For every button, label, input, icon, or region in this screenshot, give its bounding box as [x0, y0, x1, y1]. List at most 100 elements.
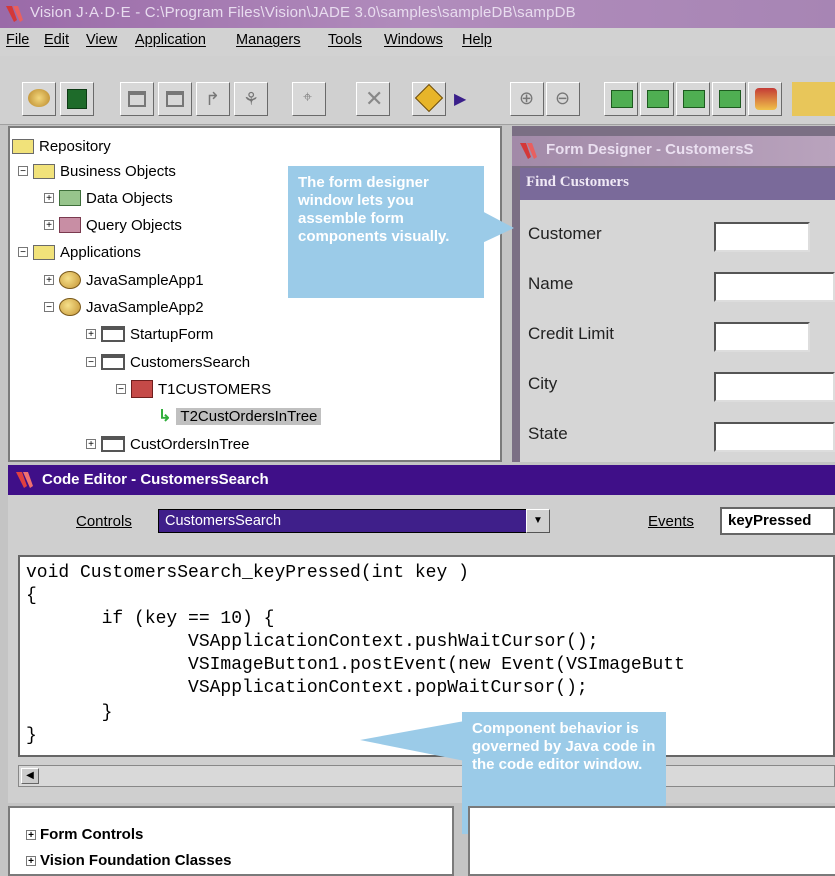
chevron-down-icon: ▼ [533, 515, 543, 526]
tree-node-t1customers[interactable]: − T1CUSTOMERS [116, 377, 271, 401]
expand-icon[interactable]: + [86, 439, 96, 450]
folder-icon [33, 163, 55, 179]
tree-label: Applications [60, 243, 141, 261]
zoom-in-button[interactable]: ⊕ [510, 82, 544, 116]
events-select[interactable]: keyPressed [720, 507, 835, 535]
db-button-3[interactable] [676, 82, 710, 116]
tree-node-form-controls[interactable]: + Form Controls [26, 826, 143, 843]
wizard-button[interactable]: ⚘ [234, 82, 268, 116]
tree-node-applications[interactable]: − Applications [18, 240, 141, 264]
blank-form-button[interactable] [120, 82, 154, 116]
state-label[interactable]: State [528, 424, 568, 444]
save-button[interactable] [60, 82, 94, 116]
expand-icon[interactable]: + [86, 329, 96, 340]
credit-limit-field[interactable] [714, 322, 810, 352]
name-field[interactable] [714, 272, 835, 302]
tree-node-javasampleapp2[interactable]: − JavaSampleApp2 [44, 295, 204, 319]
code-editor-title-bar: Code Editor - CustomersSearch [8, 465, 835, 495]
menu-view[interactable]: View [86, 32, 117, 48]
menu-tools[interactable]: Tools [328, 32, 362, 48]
run-button[interactable] [22, 82, 56, 116]
tree-node-data-objects[interactable]: + Data Objects [44, 186, 173, 210]
menu-application[interactable]: Application [135, 32, 206, 48]
collapse-icon[interactable]: − [86, 357, 96, 368]
app-icon [59, 298, 81, 316]
app-logo-icon [520, 143, 537, 159]
collapse-icon[interactable]: − [116, 384, 126, 395]
tree-label: JavaSampleApp2 [86, 298, 204, 316]
navigate-button[interactable] [412, 82, 446, 116]
controls-select[interactable]: CustomersSearch [158, 509, 528, 533]
form-icon [101, 436, 125, 452]
tree-node-javasampleapp1[interactable]: + JavaSampleApp1 [44, 268, 204, 292]
expand-icon[interactable]: + [44, 220, 54, 231]
play-button[interactable]: ▶ [448, 82, 470, 116]
properties-pane [468, 806, 835, 876]
tree-label: JavaSampleApp1 [86, 271, 204, 289]
form-designer-window: Form Designer - CustomersS Find Customer… [512, 126, 835, 462]
collapse-icon[interactable]: − [18, 166, 28, 177]
window-title: Vision J·A·D·E - C:\Program Files\Vision… [30, 4, 576, 21]
code-line: if (key == 10) { [26, 609, 275, 629]
state-field[interactable] [714, 422, 835, 452]
form-canvas[interactable]: Find Customers Customer Name Credit Limi… [520, 168, 835, 462]
tree-label: Vision Foundation Classes [40, 852, 232, 869]
expand-icon[interactable]: + [26, 829, 36, 840]
tree-node-t2custordersintree[interactable]: ↳ T2CustOrdersInTree [158, 404, 322, 428]
wand-button[interactable]: ⌖ [292, 82, 326, 116]
menu-managers[interactable]: Managers [236, 32, 300, 48]
customer-field[interactable] [714, 222, 810, 252]
zoom-out-button[interactable]: ⊖ [546, 82, 580, 116]
tree-label: Repository [39, 137, 111, 155]
component-palette-tree: + Form Controls + Vision Foundation Clas… [8, 806, 454, 876]
main-title-bar: Vision J·A·D·E - C:\Program Files\Vision… [0, 0, 835, 28]
tree-label: Data Objects [86, 189, 173, 207]
scroll-left-icon[interactable]: ◀ [21, 768, 39, 784]
credit-limit-label[interactable]: Credit Limit [528, 324, 614, 344]
folder-icon [33, 244, 55, 260]
tree-node-business-objects[interactable]: − Business Objects [18, 159, 176, 183]
collapse-icon[interactable]: − [18, 247, 28, 258]
folder-icon [12, 138, 34, 154]
expand-icon[interactable]: + [44, 193, 54, 204]
collapse-icon[interactable]: − [44, 302, 54, 313]
name-label[interactable]: Name [528, 274, 573, 294]
delete-button[interactable]: ✕ [356, 82, 390, 116]
users-button[interactable] [748, 82, 782, 116]
menu-windows[interactable]: Windows [384, 32, 443, 48]
tree-label: Business Objects [60, 162, 176, 180]
form-designer-title: Form Designer - CustomersS [546, 141, 754, 158]
play-icon: ▶ [454, 91, 467, 108]
tree-node-repository[interactable]: Repository [12, 134, 111, 158]
city-field[interactable] [714, 372, 835, 402]
code-line: } [26, 703, 113, 723]
save-icon [67, 89, 87, 109]
tree-node-query-objects[interactable]: + Query Objects [44, 213, 182, 237]
tree-node-custordersintree[interactable]: + CustOrdersInTree [86, 432, 249, 456]
wizard-icon: ⚘ [243, 89, 260, 109]
tree-node-vision-foundation-classes[interactable]: + Vision Foundation Classes [26, 852, 231, 869]
controls-dropdown-button[interactable]: ▼ [526, 509, 550, 533]
expand-icon[interactable]: + [26, 855, 36, 866]
callout-top-pointer [480, 210, 514, 244]
form-icon [101, 354, 125, 370]
db-button-1[interactable] [604, 82, 638, 116]
menu-edit[interactable]: Edit [44, 32, 69, 48]
customer-label[interactable]: Customer [528, 224, 602, 244]
tree-node-customerssearch[interactable]: − CustomersSearch [86, 350, 250, 374]
app-icon [59, 271, 81, 289]
expand-icon[interactable]: + [44, 275, 54, 286]
callout-form-designer: The form designer window lets you assemb… [288, 166, 484, 298]
controls-select-value: CustomersSearch [165, 513, 282, 529]
menu-help[interactable]: Help [462, 32, 492, 48]
tree-node-startupform[interactable]: + StartupForm [86, 322, 213, 346]
code-editor-title: Code Editor - CustomersSearch [42, 471, 269, 488]
import-button[interactable]: ↱ [196, 82, 230, 116]
new-form-button[interactable] [158, 82, 192, 116]
db-button-4[interactable] [712, 82, 746, 116]
tree-label: Form Controls [40, 826, 144, 843]
child-arrow-icon: ↳ [158, 408, 172, 425]
db-button-2[interactable] [640, 82, 674, 116]
city-label[interactable]: City [528, 374, 557, 394]
menu-file[interactable]: File [6, 32, 29, 48]
